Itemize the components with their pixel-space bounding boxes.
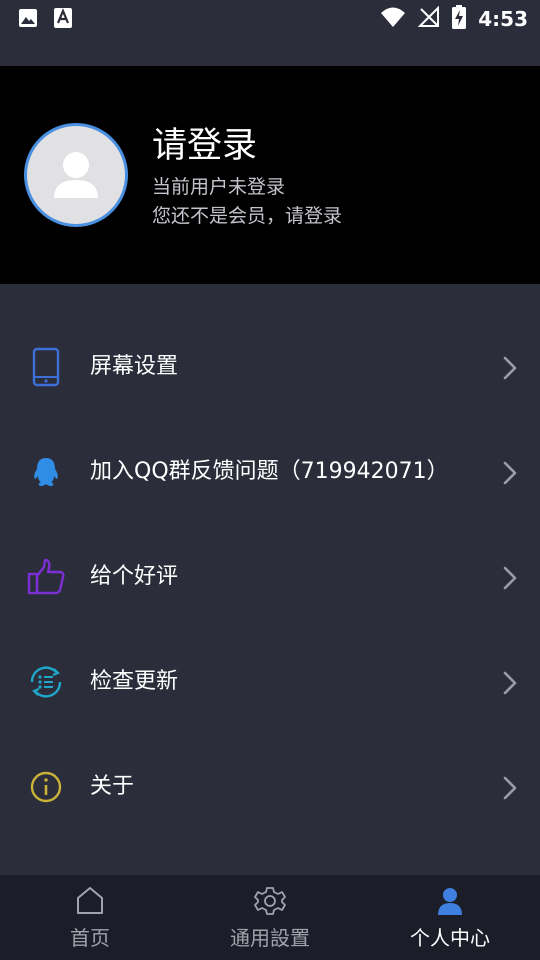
settings-gear-icon	[254, 885, 286, 917]
menu-item-join-qq-group[interactable]: 加入QQ群反馈问题（719942071）	[0, 420, 540, 525]
chevron-right-icon	[502, 775, 518, 801]
status-time: 4:53	[478, 7, 528, 31]
menu-item-rate-app[interactable]: 给个好评	[0, 525, 540, 630]
bottom-nav: 首页 通用設置 个人中心	[0, 875, 540, 960]
login-title[interactable]: 请登录	[152, 126, 257, 166]
chevron-right-icon	[502, 460, 518, 486]
nav-tab-settings[interactable]: 通用設置	[180, 875, 360, 960]
membership-status-text: 您还不是会员，请登录	[152, 205, 343, 227]
status-bar-right: 4:53	[380, 5, 528, 33]
wifi-icon	[380, 6, 406, 32]
phone-screen-icon	[26, 347, 66, 387]
a-icon	[54, 8, 72, 32]
nav-tab-label: 首页	[70, 926, 110, 950]
menu-item-label: 关于	[90, 774, 135, 799]
profile-header[interactable]: 请登录 当前用户未登录 您还不是会员，请登录	[0, 66, 540, 284]
menu-item-label: 检查更新	[90, 669, 179, 694]
settings-menu: 屏幕设置 加入QQ群反馈问题（719942071） 给个好评 检查更新 关于	[0, 284, 540, 875]
qq-icon	[26, 452, 66, 492]
nav-tab-label: 通用設置	[230, 926, 310, 950]
thumbs-up-icon	[26, 557, 66, 597]
chevron-right-icon	[502, 565, 518, 591]
info-icon	[26, 767, 66, 807]
login-status-text: 当前用户未登录	[152, 176, 286, 198]
header-spacer	[0, 36, 540, 66]
menu-item-about[interactable]: 关于	[0, 735, 540, 840]
no-signal-icon	[417, 5, 440, 32]
menu-item-screen-settings[interactable]: 屏幕设置	[0, 315, 540, 420]
status-bar-left	[18, 8, 72, 32]
chevron-right-icon	[502, 355, 518, 381]
home-icon	[74, 885, 106, 917]
update-icon	[26, 662, 66, 702]
avatar[interactable]	[24, 123, 128, 227]
menu-item-label: 屏幕设置	[90, 354, 179, 379]
default-user-icon	[54, 152, 98, 198]
menu-item-check-update[interactable]: 检查更新	[0, 630, 540, 735]
nav-tab-profile[interactable]: 个人中心	[360, 875, 540, 960]
battery-charging-icon	[452, 5, 467, 33]
status-bar: 4:53	[0, 0, 540, 36]
nav-tab-home[interactable]: 首页	[0, 875, 180, 960]
image-icon	[18, 8, 38, 32]
chevron-right-icon	[502, 670, 518, 696]
nav-tab-label: 个人中心	[410, 926, 490, 950]
menu-item-label: 加入QQ群反馈问题（719942071）	[90, 459, 449, 484]
menu-item-label: 给个好评	[90, 564, 179, 589]
user-icon	[434, 885, 466, 917]
